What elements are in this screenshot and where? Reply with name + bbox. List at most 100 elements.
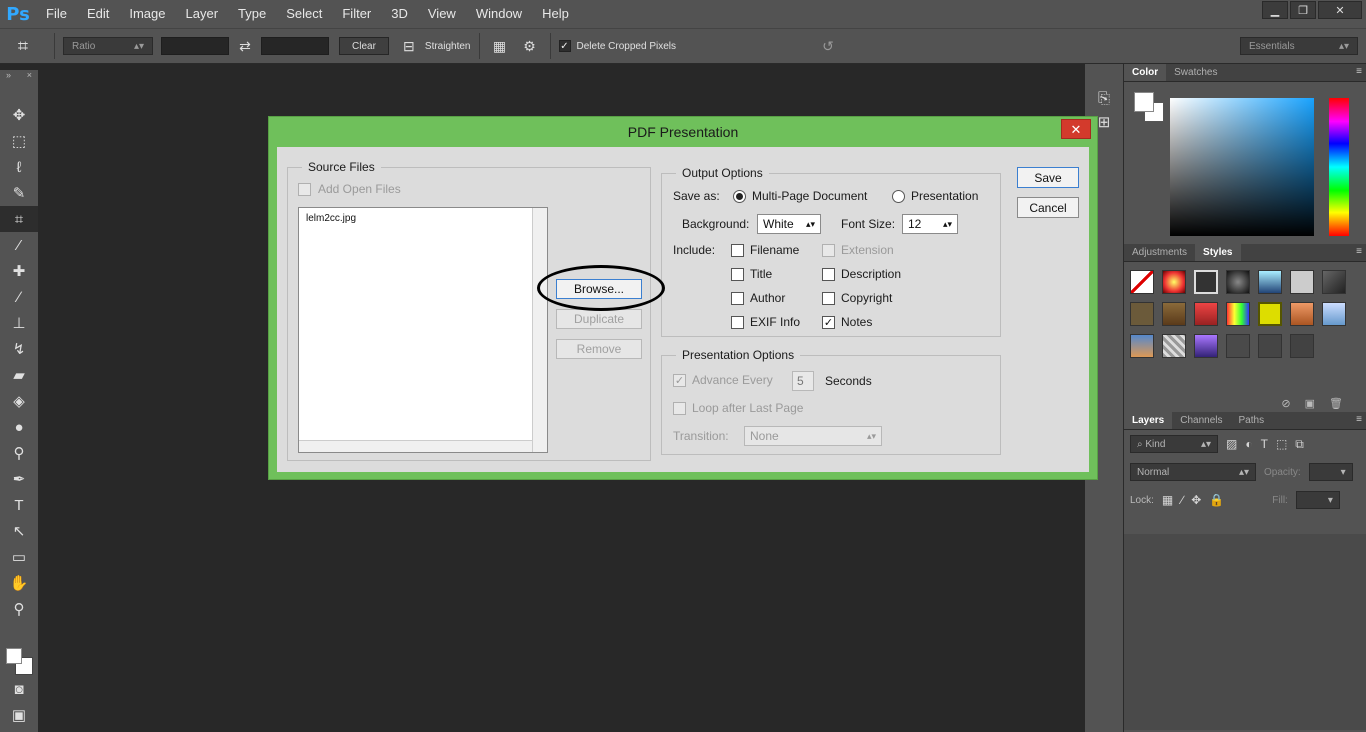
style-swatch[interactable] [1258, 334, 1282, 358]
pen-tool-icon[interactable]: ✒ [0, 466, 38, 492]
foreground-color-swatch[interactable] [6, 648, 22, 664]
add-open-files-checkbox[interactable] [298, 183, 311, 196]
smart-object-filter-icon[interactable]: ⧉ [1295, 437, 1304, 452]
style-swatch[interactable] [1130, 334, 1154, 358]
workspace-dropdown[interactable]: Essentials ▴▾ [1240, 37, 1358, 55]
stamp-tool-icon[interactable]: ⊥ [0, 310, 38, 336]
loop-checkbox[interactable] [673, 402, 686, 415]
author-checkbox[interactable] [731, 292, 744, 305]
swap-icon[interactable]: ⇄ [233, 38, 257, 55]
brush-tool-icon[interactable]: ∕ [0, 284, 38, 310]
menu-layer[interactable]: Layer [176, 0, 229, 28]
menu-file[interactable]: File [36, 0, 77, 28]
remove-button[interactable]: Remove [556, 339, 642, 359]
style-swatch[interactable] [1322, 302, 1346, 326]
browse-button[interactable]: Browse... [556, 279, 642, 299]
width-field[interactable] [161, 37, 229, 55]
path-select-tool-icon[interactable]: ↖ [0, 518, 38, 544]
file-list-item[interactable]: lelm2cc.jpg [299, 208, 547, 229]
screen-mode-icon[interactable]: ▣ [0, 702, 38, 728]
crop-tool-preset-icon[interactable]: ⌗ [0, 36, 46, 57]
gear-icon[interactable]: ⚙ [518, 38, 542, 55]
adjustment-filter-icon[interactable]: ◐ [1245, 437, 1252, 451]
tab-adjustments[interactable]: Adjustments [1124, 244, 1195, 261]
type-tool-icon[interactable]: T [0, 492, 38, 518]
marquee-tool-icon[interactable]: ⬚ [0, 128, 38, 154]
straighten-label[interactable]: Straighten [425, 41, 471, 52]
advance-every-checkbox[interactable]: ✓ [673, 374, 686, 387]
style-swatch[interactable] [1130, 302, 1154, 326]
style-swatch[interactable] [1290, 270, 1314, 294]
clear-button[interactable]: Clear [339, 37, 389, 55]
description-checkbox[interactable] [822, 268, 835, 281]
advance-seconds-input[interactable]: 5 [792, 371, 814, 391]
tab-swatches[interactable]: Swatches [1166, 64, 1225, 81]
menu-type[interactable]: Type [228, 0, 276, 28]
zoom-tool-icon[interactable]: ⚲ [0, 596, 38, 622]
new-style-icon[interactable]: ▣ [1305, 397, 1315, 410]
panel-menu-icon[interactable]: ≡ [1356, 66, 1362, 77]
style-swatch[interactable] [1162, 270, 1186, 294]
blur-tool-icon[interactable]: ● [0, 414, 38, 440]
menu-edit[interactable]: Edit [77, 0, 119, 28]
style-swatch[interactable] [1226, 302, 1250, 326]
minimize-button[interactable]: ▁ [1262, 1, 1288, 19]
save-button[interactable]: Save [1017, 167, 1079, 188]
tab-paths[interactable]: Paths [1231, 412, 1273, 429]
exif-checkbox[interactable] [731, 316, 744, 329]
image-filter-icon[interactable]: ▨ [1226, 437, 1237, 451]
style-swatch[interactable] [1194, 334, 1218, 358]
tab-layers[interactable]: Layers [1124, 412, 1173, 429]
eyedropper-tool-icon[interactable]: ⁄ [0, 232, 38, 258]
lock-transparent-icon[interactable]: ▦ [1162, 493, 1173, 507]
font-size-select[interactable]: 12 ▴▾ [902, 214, 958, 234]
tab-styles[interactable]: Styles [1195, 244, 1241, 261]
multi-page-radio[interactable] [733, 190, 746, 203]
trash-icon[interactable]: 🗑 [1329, 397, 1343, 410]
close-icon[interactable]: × [27, 70, 32, 82]
style-swatch[interactable] [1258, 270, 1282, 294]
tab-color[interactable]: Color [1124, 64, 1167, 81]
crop-tool-icon[interactable]: ⌗ [0, 206, 38, 232]
quick-select-tool-icon[interactable]: ✎ [0, 180, 38, 206]
foreground-color-chip[interactable] [1134, 92, 1154, 112]
panel-menu-icon[interactable]: ≡ [1356, 414, 1362, 425]
menu-window[interactable]: Window [466, 0, 532, 28]
dodge-tool-icon[interactable]: ⚲ [0, 440, 38, 466]
opacity-field[interactable]: ▾ [1308, 463, 1353, 481]
quick-mask-icon[interactable]: ◙ [0, 676, 38, 702]
blend-mode-dropdown[interactable]: Normal ▴▾ [1130, 463, 1256, 481]
height-field[interactable] [261, 37, 329, 55]
menu-image[interactable]: Image [119, 0, 175, 28]
file-list-hscrollbar[interactable] [299, 440, 532, 452]
color-field[interactable] [1170, 98, 1314, 236]
background-select[interactable]: White ▴▾ [757, 214, 821, 234]
overlay-grid-icon[interactable]: ▦ [488, 38, 512, 55]
history-brush-tool-icon[interactable]: ↯ [0, 336, 38, 362]
style-swatch[interactable] [1194, 302, 1218, 326]
duplicate-button[interactable]: Duplicate [556, 309, 642, 329]
style-swatch[interactable] [1258, 302, 1282, 326]
kind-filter-dropdown[interactable]: ⌕ Kind ▴▾ [1130, 435, 1218, 453]
transition-select[interactable]: None ▴▾ [744, 426, 882, 446]
hue-slider[interactable] [1329, 98, 1349, 236]
lasso-tool-icon[interactable]: ℓ [0, 154, 38, 180]
layers-list[interactable] [1124, 534, 1366, 730]
style-swatch[interactable] [1130, 270, 1154, 294]
cancel-button[interactable]: Cancel [1017, 197, 1079, 218]
rectangle-tool-icon[interactable]: ▭ [0, 544, 38, 570]
menu-help[interactable]: Help [532, 0, 579, 28]
shape-filter-icon[interactable]: ⬚ [1276, 437, 1287, 451]
eraser-tool-icon[interactable]: ▰ [0, 362, 38, 388]
filename-checkbox[interactable] [731, 244, 744, 257]
move-tool-icon[interactable]: ✥ [0, 102, 38, 128]
fill-field[interactable]: ▾ [1295, 491, 1340, 509]
style-swatch[interactable] [1162, 302, 1186, 326]
menu-3d[interactable]: 3D [381, 0, 418, 28]
dialog-close-button[interactable]: ✕ [1061, 119, 1091, 139]
menu-view[interactable]: View [418, 0, 466, 28]
file-list[interactable]: lelm2cc.jpg [298, 207, 548, 453]
hand-tool-icon[interactable]: ✋ [0, 570, 38, 596]
delete-cropped-checkbox[interactable]: ✓ [558, 40, 571, 52]
collapse-icon[interactable]: » [6, 70, 11, 82]
